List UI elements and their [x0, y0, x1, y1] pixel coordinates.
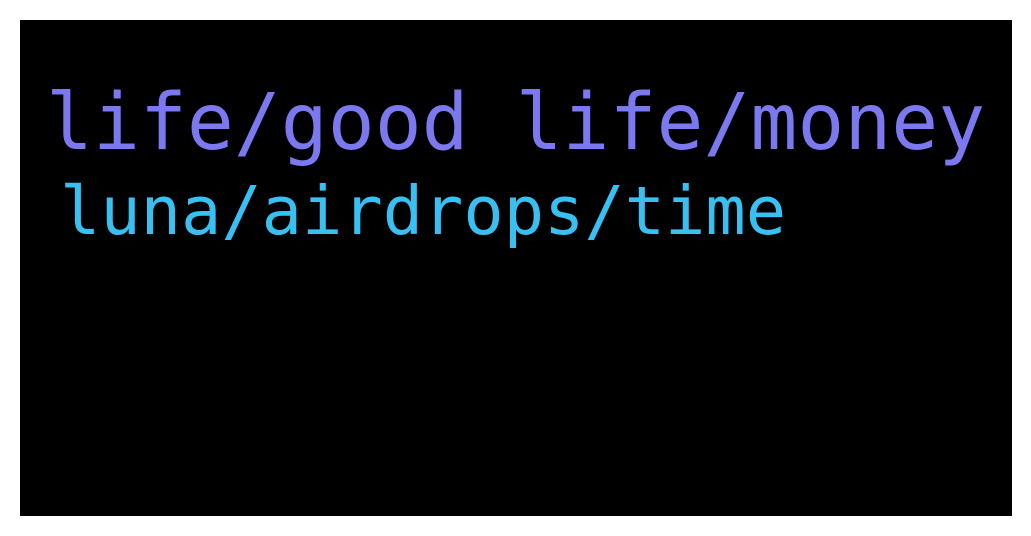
- word-cloud-panel: life/good life/money luna/airdrops/time: [20, 20, 1012, 516]
- word-line-2: luna/airdrops/time: [60, 172, 787, 250]
- word-line-1: life/good life/money: [46, 78, 986, 168]
